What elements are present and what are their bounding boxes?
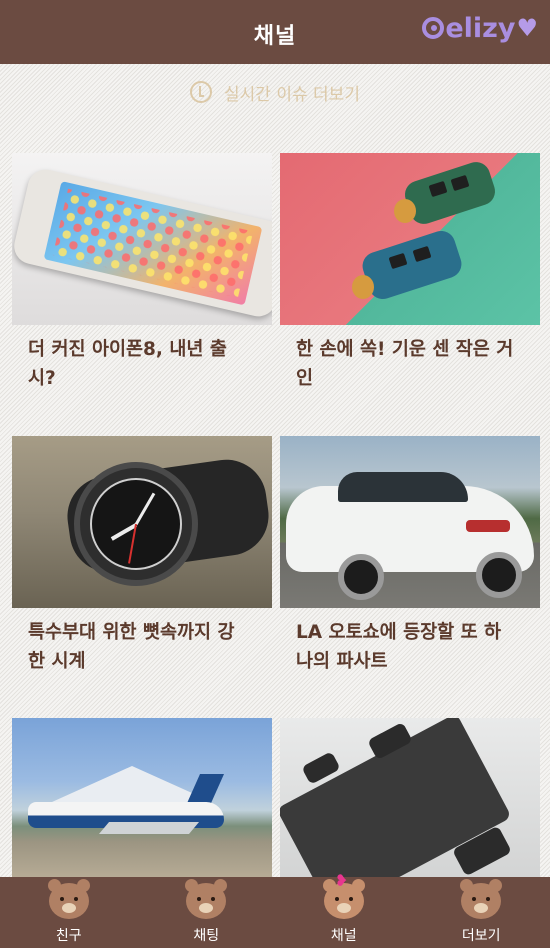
card-title: LA 오토쇼에 등장할 또 하 나의 파사트 (296, 622, 502, 672)
car-image (280, 436, 540, 608)
bear-icon (47, 879, 91, 919)
news-card[interactable] (12, 718, 272, 877)
tab-label: 친구 (55, 928, 82, 944)
logo-mark-icon (422, 17, 445, 39)
heart-icon: ♥ (516, 14, 538, 42)
tab-chat[interactable]: 채팅 (138, 877, 276, 948)
bear-with-bow-icon: ❥ (322, 873, 366, 919)
news-card[interactable] (280, 718, 540, 877)
tab-label: 채팅 (193, 928, 220, 944)
watch-image (12, 436, 272, 608)
live-issue-link[interactable]: 실시간 이슈 더보기 (0, 70, 550, 114)
news-card[interactable]: LA 오토쇼에 등장할 또 하 나의 파사트 (280, 436, 540, 676)
modular-device-image (280, 718, 540, 877)
tab-channel[interactable]: ❥ 채널 (275, 873, 413, 948)
clock-icon (190, 81, 213, 103)
logo-text: elizy (445, 12, 516, 44)
bear-icon (459, 879, 503, 919)
bottom-tab-bar: 친구 채팅 ❥ 채널 더보기 (0, 873, 550, 948)
news-card[interactable]: 더 커진 아이폰8, 내년 출 시? (12, 153, 272, 393)
bear-icon (184, 879, 228, 919)
tab-label: 채널 (330, 928, 357, 944)
news-card[interactable]: 특수부대 위한 뼛속까지 강 한 시계 (12, 436, 272, 676)
flashlights-image (280, 153, 540, 325)
card-title: 특수부대 위한 뼛속까지 강 한 시계 (28, 622, 235, 672)
tab-more[interactable]: 더보기 (413, 877, 550, 948)
tab-friends[interactable]: 친구 (0, 877, 138, 948)
iphone-image (12, 153, 272, 325)
tab-label: 더보기 (461, 928, 501, 944)
live-issue-label: 실시간 이슈 더보기 (224, 84, 360, 105)
airplane-image (12, 718, 272, 877)
card-title: 한 손에 쏙! 기운 센 작은 거인 (296, 339, 514, 389)
news-card[interactable]: 한 손에 쏙! 기운 센 작은 거인 (280, 153, 540, 393)
app-header: 채널 elizy ♥ (0, 0, 550, 64)
card-title: 더 커진 아이폰8, 내년 출 시? (28, 339, 227, 389)
bow-icon: ❥ (334, 871, 349, 890)
brand-logo[interactable]: elizy ♥ (422, 10, 538, 46)
